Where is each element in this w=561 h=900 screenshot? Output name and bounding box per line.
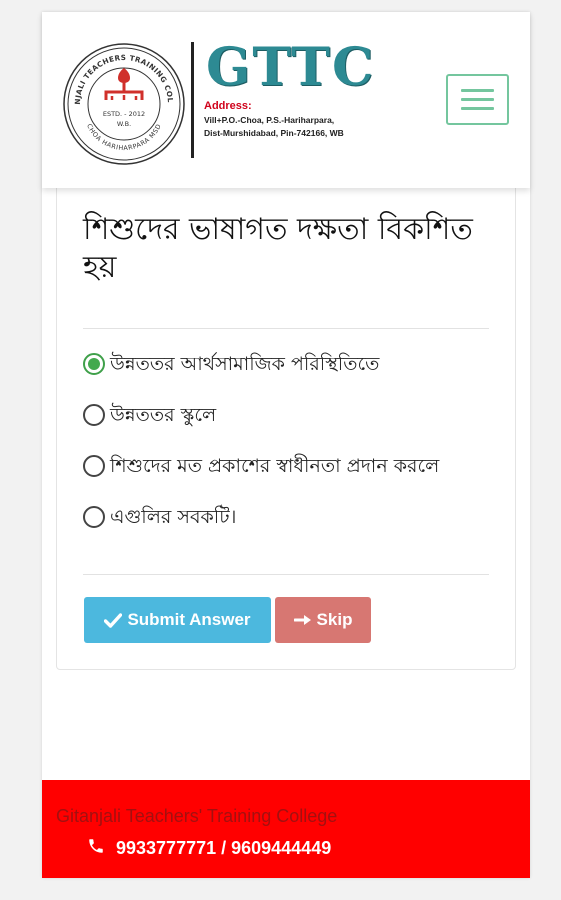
- phone-icon: [89, 839, 103, 853]
- question-card: শিশুদের ভাষাগত দক্ষতা বিকশিত হয় উন্নততর…: [56, 182, 516, 670]
- submit-answer-label: Submit Answer: [127, 610, 251, 629]
- address-line-2: Dist-Murshidabad, Pin-742166, WB: [204, 128, 344, 138]
- answer-option-label[interactable]: উন্নততর স্কুলে: [110, 404, 216, 426]
- radio-button[interactable]: [83, 506, 105, 528]
- site-footer: Gitanjali Teachers' Training College 993…: [42, 780, 530, 878]
- divider: [83, 574, 489, 575]
- footer-college-name: Gitanjali Teachers' Training College: [56, 806, 338, 826]
- footer-phone-numbers[interactable]: 9933777771 / 9609444449: [116, 838, 331, 859]
- address-label: Address:: [204, 100, 252, 112]
- answer-option-label[interactable]: শিশুদের মত প্রকাশের স্বাধীনতা প্রদান করল…: [110, 455, 439, 477]
- answer-option-label[interactable]: উন্নততর আর্থসামাজিক পরিস্থিতিতে: [110, 353, 379, 375]
- arrow-right-icon: [293, 615, 311, 625]
- radio-button-checked[interactable]: [83, 353, 105, 375]
- skip-label: Skip: [316, 610, 353, 629]
- app-page: GITANJALI TEACHERS TRAINING COLLEGE CHOA…: [42, 12, 530, 878]
- logo-divider: [191, 42, 194, 158]
- site-header: GITANJALI TEACHERS TRAINING COLLEGE CHOA…: [42, 12, 530, 188]
- question-text: শিশুদের ভাষাগত দক্ষতা বিকশিত হয়: [83, 212, 473, 285]
- submit-answer-button[interactable]: Submit Answer: [84, 597, 271, 643]
- seal-state: W.B.: [117, 120, 131, 128]
- hamburger-icon-bar: [461, 98, 494, 101]
- radio-button[interactable]: [83, 455, 105, 477]
- divider: [83, 328, 489, 329]
- checkmark-icon: [104, 612, 123, 628]
- seal-estd: ESTD. - 2012: [103, 110, 145, 118]
- hamburger-icon-bar: [461, 89, 494, 92]
- hamburger-icon-bar: [461, 107, 494, 110]
- college-seal-logo: GITANJALI TEACHERS TRAINING COLLEGE CHOA…: [62, 42, 185, 165]
- brand-title: GTTC: [206, 37, 376, 98]
- address-line-1: Vill+P.O.-Choa, P.S.-Hariharpara,: [204, 115, 335, 125]
- radio-button[interactable]: [83, 404, 105, 426]
- answer-option-label[interactable]: এগুলির সবকটি।: [110, 506, 236, 528]
- hamburger-menu-button[interactable]: [446, 74, 509, 125]
- skip-button[interactable]: Skip: [275, 597, 371, 643]
